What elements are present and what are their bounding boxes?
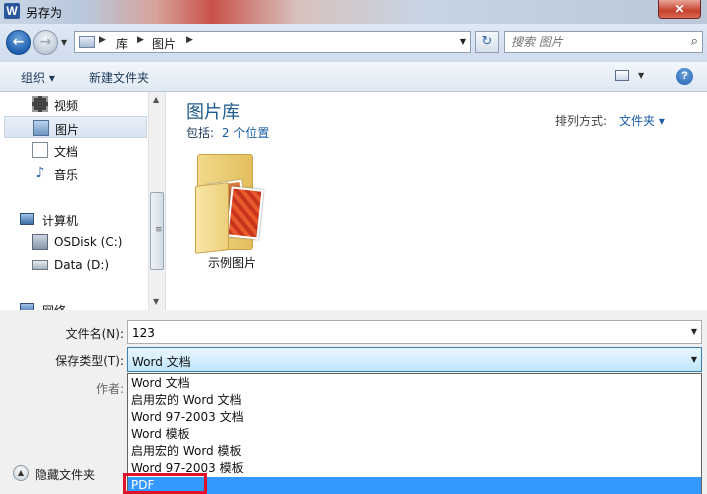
sidebar-item-data[interactable]: Data (D:) (4, 254, 147, 276)
library-locations-link[interactable]: 2 个位置 (222, 126, 269, 140)
savetype-option[interactable]: Word 97-2003 文档 (128, 409, 701, 426)
sidebar-item-label: 图片 (55, 123, 80, 137)
filename-field[interactable]: ▼ (127, 320, 702, 344)
video-icon (32, 96, 48, 112)
savetype-option[interactable]: Word 文档 (128, 375, 701, 392)
photo-thumbnail-icon (226, 186, 264, 240)
folder-label: 示例图片 (208, 256, 257, 270)
arrange-by-label: 排列方式: (555, 114, 608, 128)
help-icon[interactable]: ? (676, 68, 693, 85)
filename-dropdown-icon[interactable]: ▼ (691, 327, 697, 336)
sidebar-item-computer[interactable]: 计算机 (0, 208, 135, 230)
sidebar-item-label: 视频 (54, 99, 79, 113)
sidebar-item-label: 音乐 (54, 168, 79, 182)
library-includes: 包括: 2 个位置 (186, 124, 269, 141)
filename-input[interactable] (132, 325, 672, 340)
back-button[interactable]: ← (6, 30, 31, 55)
arrange-by-dropdown[interactable]: 文件夹 ▾ (619, 112, 665, 129)
folder-item-sample-pictures[interactable]: 示例图片 (191, 148, 281, 270)
includes-label: 包括: (186, 126, 215, 140)
new-folder-button[interactable]: 新建文件夹 (89, 69, 149, 86)
network-icon (20, 303, 34, 310)
hide-folders-label: 隐藏文件夹 (35, 468, 96, 482)
savetype-option[interactable]: Word 模板 (128, 426, 701, 443)
library-title: 图片库 (186, 102, 240, 123)
disk-drive-icon (32, 260, 48, 270)
sidebar-item-label: 文档 (54, 145, 79, 159)
savetype-option-pdf[interactable]: PDF (128, 477, 701, 494)
search-box[interactable]: ⌕ (504, 31, 703, 53)
sidebar-item-osdisk[interactable]: OSDisk (C:) (4, 231, 147, 253)
pictures-icon (33, 120, 49, 136)
close-button[interactable]: ✕ (658, 0, 701, 19)
view-options-dropdown-icon[interactable]: ▼ (638, 71, 644, 80)
savetype-options-list: Word 文档 启用宏的 Word 文档 Word 97-2003 文档 Wor… (127, 373, 702, 494)
scrollbar-thumb[interactable]: ≡ (150, 192, 164, 270)
grip-icon: ≡ (155, 225, 163, 235)
savetype-selected-value: Word 文档 (132, 355, 191, 369)
save-form: 文件名(N): ▼ 保存类型(T): Word 文档 ▼ 作者: ▲ 隐藏文件夹… (0, 310, 707, 494)
scroll-up-icon[interactable]: ▲ (153, 95, 159, 104)
navigation-pane: 视频 图片 文档 ♪ 音乐 计算机 OSDisk (C:) Data (D:) … (0, 92, 166, 310)
file-list-pane: 图片库 包括: 2 个位置 排列方式: 文件夹 ▾ 示例图片 (167, 92, 707, 310)
savetype-label: 保存类型(T): (55, 354, 124, 368)
sidebar-item-label: Data (D:) (54, 258, 110, 272)
breadcrumb-separator-icon[interactable]: ▶ (99, 35, 106, 45)
sidebar-item-label: 计算机 (42, 214, 79, 228)
search-input[interactable] (511, 34, 681, 50)
breadcrumb-separator-icon[interactable]: ▶ (137, 35, 144, 45)
navigation-scrollbar[interactable]: ▲ ≡ ▼ (148, 92, 165, 310)
breadcrumb-separator-icon[interactable]: ▶ (186, 35, 193, 45)
breadcrumb-library[interactable]: 库 (116, 35, 128, 52)
folder-front-icon (195, 182, 229, 254)
window-title: 另存为 (26, 6, 63, 20)
forward-button[interactable]: → (33, 30, 58, 55)
sidebar-item-videos[interactable]: 视频 (4, 93, 147, 115)
title-bar: W 另存为 ✕ (0, 0, 707, 24)
music-icon: ♪ (35, 165, 45, 181)
refresh-button[interactable]: ↻ (475, 31, 499, 53)
breadcrumb-pictures[interactable]: 图片 (152, 35, 176, 52)
folder-icon (79, 36, 95, 48)
sidebar-item-documents[interactable]: 文档 (4, 139, 147, 161)
savetype-dropdown-icon[interactable]: ▼ (691, 355, 697, 364)
address-row: ← → ▼ ▶ 库 ▶ 图片 ▶ ▼ ↻ ⌕ (0, 24, 707, 62)
sidebar-item-music[interactable]: ♪ 音乐 (4, 162, 147, 184)
address-bar[interactable]: ▶ 库 ▶ 图片 ▶ ▼ (74, 31, 471, 53)
recent-locations-dropdown-icon[interactable]: ▼ (61, 38, 67, 47)
documents-icon (32, 142, 48, 158)
savetype-option[interactable]: 启用宏的 Word 模板 (128, 443, 701, 460)
scroll-down-icon[interactable]: ▼ (153, 297, 159, 306)
sidebar-item-label: 网络 (42, 302, 66, 310)
savetype-option[interactable]: 启用宏的 Word 文档 (128, 392, 701, 409)
change-view-icon[interactable] (615, 70, 629, 81)
command-toolbar: 组织 ▾ 新建文件夹 ▼ ? (0, 62, 707, 92)
computer-icon (20, 213, 34, 225)
highlight-annotation-box (123, 473, 207, 494)
savetype-select[interactable]: Word 文档 ▼ (127, 347, 702, 372)
search-icon[interactable]: ⌕ (691, 34, 698, 49)
sidebar-item-label: OSDisk (C:) (54, 235, 123, 249)
organize-button[interactable]: 组织 ▾ (21, 69, 55, 86)
sidebar-item-pictures[interactable]: 图片 (4, 116, 147, 138)
chevron-up-icon: ▲ (13, 465, 29, 481)
disk-drive-icon (32, 234, 48, 250)
address-dropdown-icon[interactable]: ▼ (460, 37, 466, 46)
author-label: 作者: (95, 382, 124, 396)
savetype-option[interactable]: Word 97-2003 模板 (128, 460, 701, 477)
filename-label: 文件名(N): (65, 327, 124, 341)
sidebar-item-network[interactable]: 网络 (0, 298, 135, 310)
word-app-icon: W (4, 3, 20, 19)
